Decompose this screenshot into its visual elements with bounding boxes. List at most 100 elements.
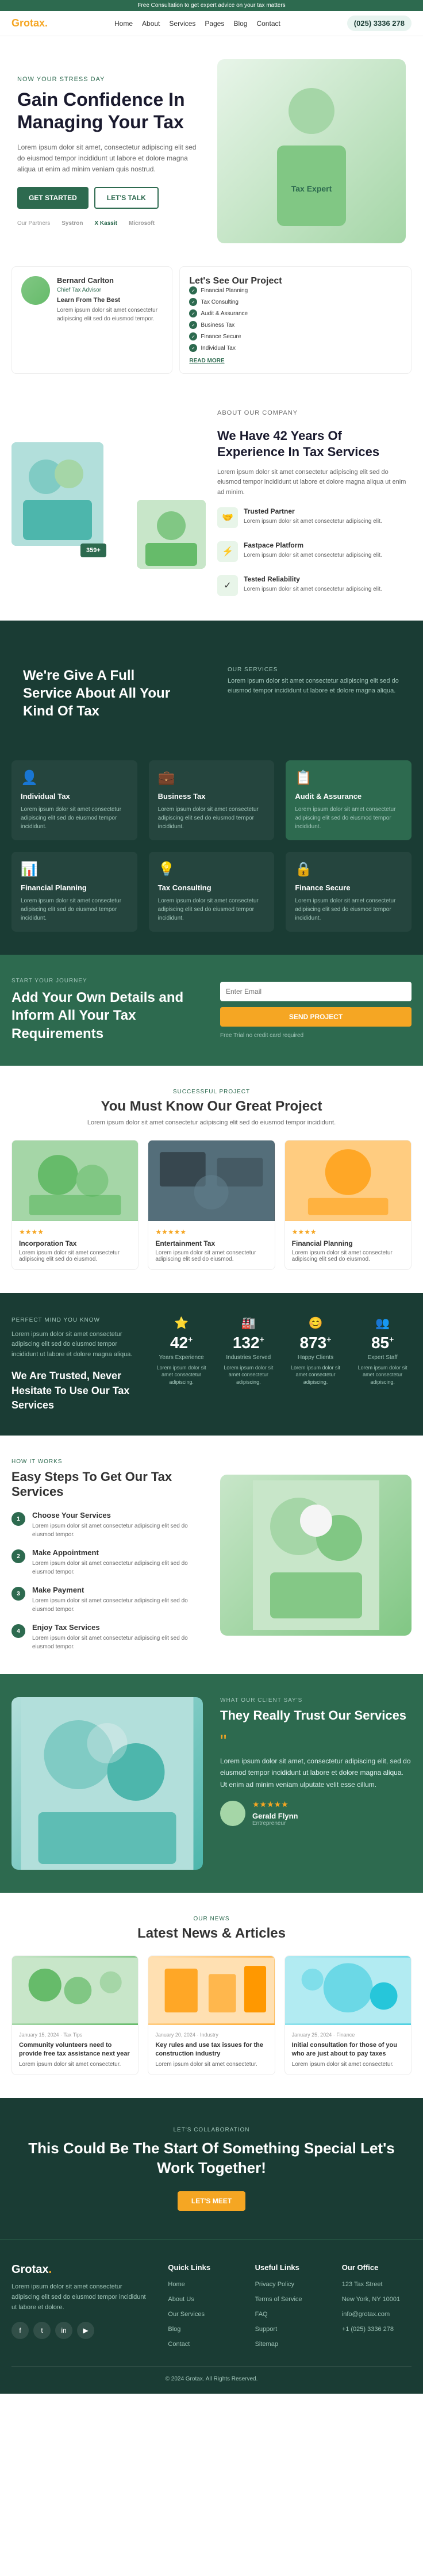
lets-talk-button[interactable]: LET'S TALK xyxy=(94,187,159,209)
news-body-2: January 20, 2024 · Industry Key rules an… xyxy=(148,2025,274,2074)
hero-description: Lorem ipsum dolor sit amet, consectetur … xyxy=(17,142,206,175)
learn-title: Learn From The Best xyxy=(57,297,163,304)
about-images: 359+ xyxy=(11,442,206,569)
projects-title: You Must Know Our Great Project xyxy=(11,1098,412,1115)
footer-email[interactable]: info@grotax.com xyxy=(342,2309,412,2319)
logo[interactable]: Grotax. xyxy=(11,17,48,29)
nav-home[interactable]: Home xyxy=(114,20,133,28)
cta-section: Start Your Journey Add Your Own Details … xyxy=(0,955,423,1066)
footer-phone[interactable]: +1 (025) 3336 278 xyxy=(342,2324,412,2334)
learn-info: Bernard Carlton Chief Tax Advisor Learn … xyxy=(57,276,163,364)
project-financial: ★★★★ Financial Planning Lorem ipsum dolo… xyxy=(284,1140,412,1270)
step-2: 2 Make Appointment Lorem ipsum dolor sit… xyxy=(11,1548,203,1576)
nav-pages[interactable]: Pages xyxy=(205,20,224,28)
author-info: ★★★★★ Gerald Flynn Entrepreneur xyxy=(252,1800,298,1827)
nav-contact[interactable]: Contact xyxy=(256,20,280,28)
lets-meet-button[interactable]: LET'S MEET xyxy=(178,2191,245,2211)
step-dot-3: 3 xyxy=(11,1587,25,1601)
footer-link-home[interactable]: Home xyxy=(168,2279,237,2289)
news-meta-2: January 20, 2024 · Industry xyxy=(155,2032,267,2038)
project-items: ✓ Financial Planning ✓ Tax Consulting ✓ … xyxy=(189,286,402,352)
partners-section: Our Partners Systron X Kassit Microsoft xyxy=(17,220,206,227)
check-icon-6: ✓ xyxy=(189,344,197,352)
project-rating-3: ★★★★ xyxy=(292,1228,404,1236)
footer-link-services[interactable]: Our Services xyxy=(168,2309,237,2319)
check-icon-3: ✓ xyxy=(189,309,197,317)
service-financial-title: Financial Planning xyxy=(21,883,128,892)
project-incorporation: ★★★★ Incorporation Tax Lorem ipsum dolor… xyxy=(11,1140,139,1270)
feature-fastpace-text: Fastpace Platform Lorem ipsum dolor sit … xyxy=(244,541,382,569)
testimonial-author: ★★★★★ Gerald Flynn Entrepreneur xyxy=(220,1800,412,1827)
twitter-icon[interactable]: t xyxy=(33,2322,51,2339)
footer-link-blog[interactable]: Blog xyxy=(168,2324,237,2334)
nav-blog[interactable]: Blog xyxy=(233,20,247,28)
testimonial-right: What Our Client Say's They Really Trust … xyxy=(220,1697,412,1870)
linkedin-icon[interactable]: in xyxy=(55,2322,72,2339)
financial-icon: 📊 xyxy=(21,861,128,878)
footer-link-contact[interactable]: Contact xyxy=(168,2338,237,2349)
about-features: 🤝 Trusted Partner Lorem ipsum dolor sit … xyxy=(217,507,412,603)
project-title: Let's See Our Project xyxy=(189,276,402,286)
phone-number[interactable]: (025) 3336 278 xyxy=(347,16,412,31)
how-text: How It Works Easy Steps To Get Our Tax S… xyxy=(11,1459,203,1651)
testimonial-section: What Our Client Say's They Really Trust … xyxy=(0,1674,423,1893)
learn-card: Bernard Carlton Chief Tax Advisor Learn … xyxy=(11,266,172,374)
stat-clients: 😊 873+ Happy Clients Lorem ipsum dolor s… xyxy=(287,1316,345,1413)
footer-link-about[interactable]: About Us xyxy=(168,2294,237,2304)
news-grid: January 15, 2024 · Tax Tips Community vo… xyxy=(11,1955,412,2075)
projects-desc: Lorem ipsum dolor sit amet consectetur a… xyxy=(11,1119,412,1126)
footer-grid: Grotax. Lorem ipsum dolor sit amet conse… xyxy=(11,2263,412,2349)
news-title-3: Initial consultation for those of you wh… xyxy=(292,2041,404,2059)
stat-industries-label: Industries Served xyxy=(220,1354,278,1361)
cta-email-input[interactable] xyxy=(220,982,412,1001)
stat-staff-desc: Lorem ipsum dolor sit amet consectetur a… xyxy=(353,1364,412,1386)
stat-clients-desc: Lorem ipsum dolor sit amet consectetur a… xyxy=(287,1364,345,1386)
footer-col-1-title: Quick Links xyxy=(168,2263,237,2272)
services-right: Our Services Lorem ipsum dolor sit amet … xyxy=(228,667,400,696)
news-section: Our News Latest News & Articles January … xyxy=(0,1893,423,2098)
stat-staff: 👥 85+ Expert Staff Lorem ipsum dolor sit… xyxy=(353,1316,412,1413)
service-audit: 📋 Audit & Assurance Lorem ipsum dolor si… xyxy=(286,760,412,840)
nav-about[interactable]: About xyxy=(142,20,160,28)
footer-support[interactable]: Support xyxy=(255,2324,325,2334)
about-team-svg xyxy=(11,442,103,546)
news-svg-2 xyxy=(148,1956,274,2025)
services-grid: 👤 Individual Tax Lorem ipsum dolor sit a… xyxy=(11,760,412,932)
footer-faq[interactable]: FAQ xyxy=(255,2309,325,2319)
send-project-button[interactable]: SEND PROJECT xyxy=(220,1007,412,1027)
partner-kassit: X Kassit xyxy=(94,220,117,227)
footer-links-3: 123 Tax Street New York, NY 10001 info@g… xyxy=(342,2279,412,2334)
news-body-1: January 15, 2024 · Tax Tips Community vo… xyxy=(12,2025,138,2074)
service-secure-title: Finance Secure xyxy=(295,883,402,892)
about-main-image xyxy=(11,442,103,546)
service-business: 💼 Business Tax Lorem ipsum dolor sit ame… xyxy=(149,760,275,840)
project-title-2: Entertainment Tax xyxy=(155,1239,267,1247)
project-svg-2 xyxy=(148,1140,274,1221)
project-img-2 xyxy=(148,1140,274,1221)
stat-industries-desc: Lorem ipsum dolor sit amet consectetur a… xyxy=(220,1364,278,1386)
footer-sitemap[interactable]: Sitemap xyxy=(255,2338,325,2349)
nav-services[interactable]: Services xyxy=(169,20,195,28)
service-business-title: Business Tax xyxy=(158,792,266,801)
project-title-3: Financial Planning xyxy=(292,1239,404,1247)
hero-title: Gain Confidence In Managing Your Tax xyxy=(17,89,206,133)
footer-privacy[interactable]: Privacy Policy xyxy=(255,2279,325,2289)
services-section: We're Give A Full Service About All Your… xyxy=(0,621,423,955)
how-title: Easy Steps To Get Our Tax Services xyxy=(11,1469,203,1499)
service-audit-desc: Lorem ipsum dolor sit amet consectetur a… xyxy=(295,805,402,831)
news-svg-1 xyxy=(12,1956,138,2025)
project-img-3 xyxy=(285,1140,411,1221)
youtube-icon[interactable]: ▶ xyxy=(77,2322,94,2339)
read-more-link[interactable]: READ MORE xyxy=(189,358,402,364)
step-dot-4: 4 xyxy=(11,1624,25,1638)
facebook-icon[interactable]: f xyxy=(11,2322,29,2339)
check-icon-2: ✓ xyxy=(189,298,197,306)
footer-terms[interactable]: Terms of Service xyxy=(255,2294,325,2304)
projects-section: Successful Project You Must Know Our Gre… xyxy=(0,1066,423,1293)
news-title-2: Key rules and use tax issues for the con… xyxy=(155,2041,267,2059)
feature-reliability-text: Tested Reliability Lorem ipsum dolor sit… xyxy=(244,575,382,603)
news-img-1 xyxy=(12,1956,138,2025)
get-started-button[interactable]: GET STARTED xyxy=(17,187,89,209)
hero-subtitle: Now Your Stress Day xyxy=(17,76,206,83)
navigation: Grotax. Home About Services Pages Blog C… xyxy=(0,11,423,36)
